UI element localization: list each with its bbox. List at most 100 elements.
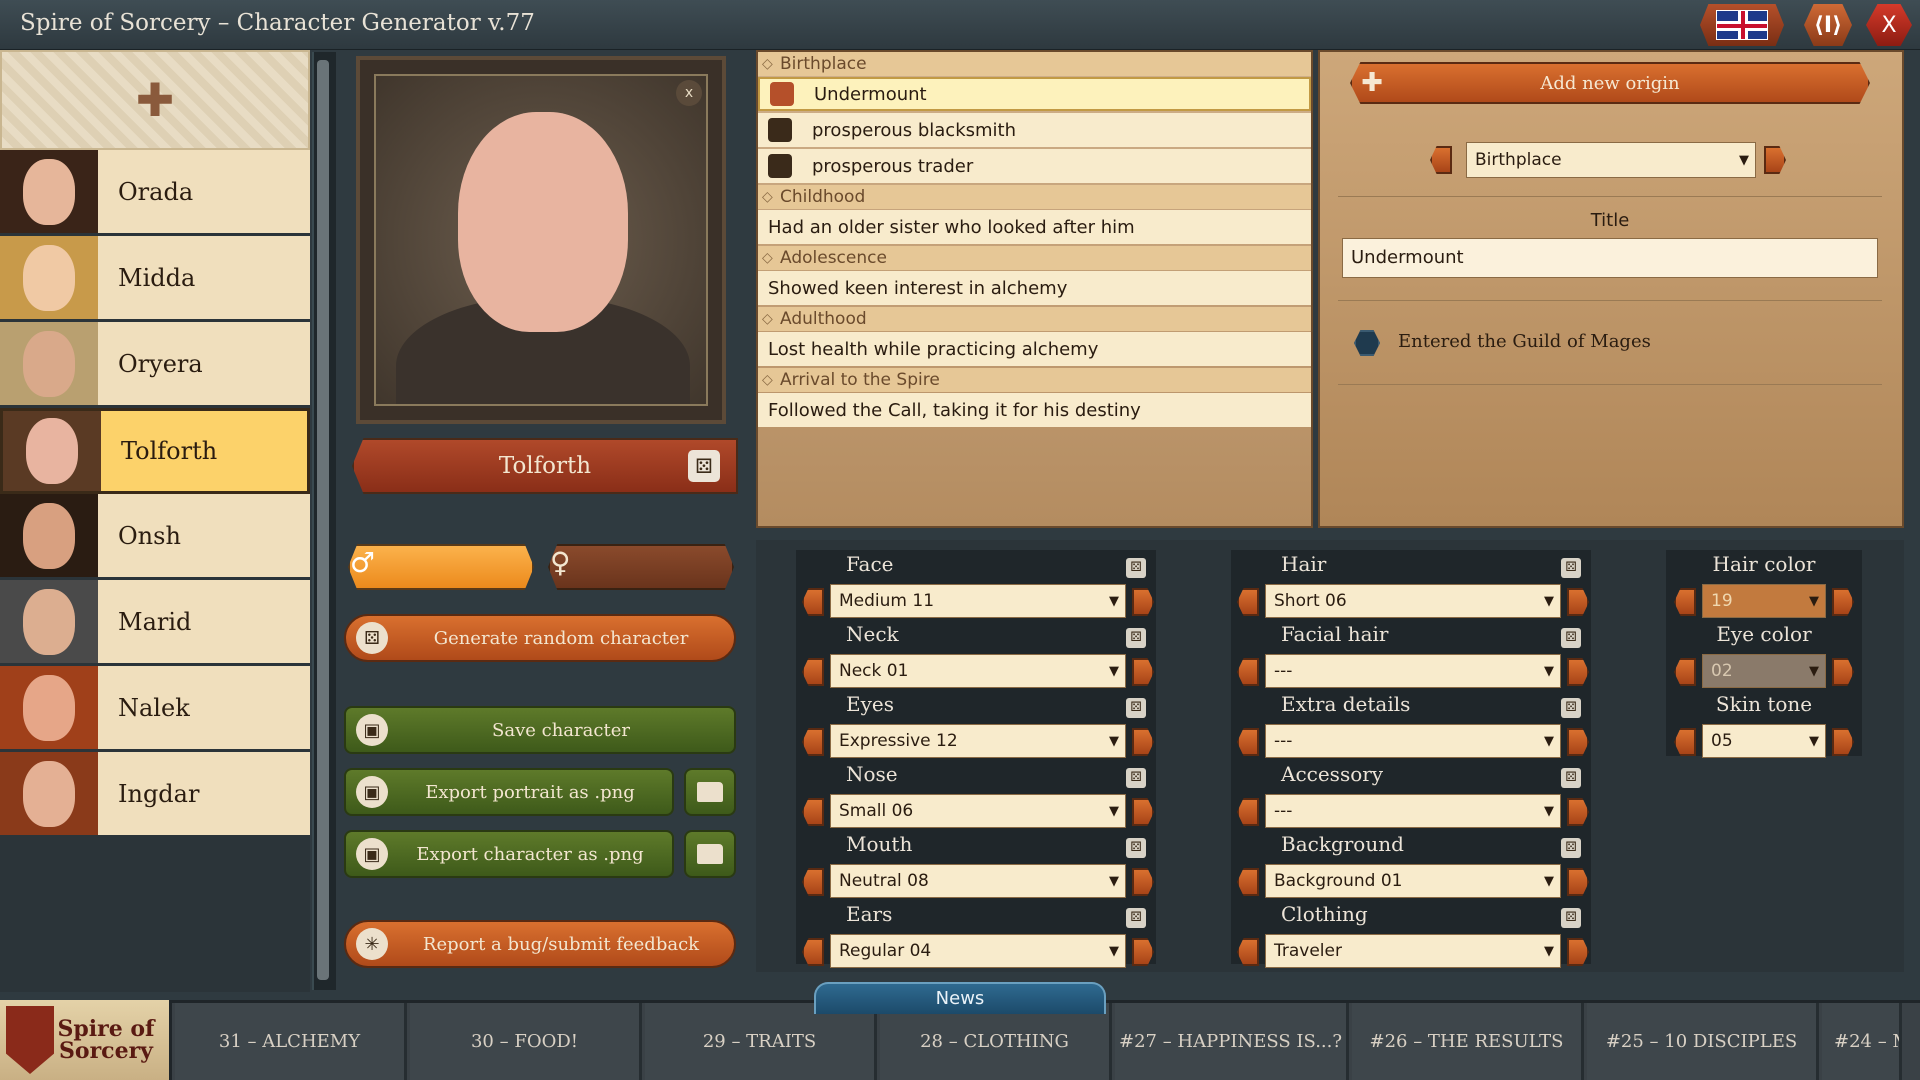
slot-select[interactable]: 02▼ — [1702, 654, 1826, 688]
next-button[interactable] — [1567, 868, 1589, 896]
news-tab[interactable]: News — [814, 982, 1106, 1014]
character-name-field[interactable]: Tolforth — [352, 438, 738, 494]
origin-row[interactable]: Showed keen interest in alchemy — [758, 271, 1311, 305]
scrollbar-thumb[interactable] — [317, 60, 329, 980]
generate-random-button[interactable]: ⚄ Generate random character — [344, 614, 736, 662]
add-origin-button[interactable]: ✚ Add new origin — [1350, 62, 1870, 104]
slot-select[interactable]: Neutral 08▼ — [830, 864, 1126, 898]
female-button[interactable]: ♀ — [548, 544, 734, 590]
next-button[interactable] — [1132, 658, 1154, 686]
open-portrait-folder-button[interactable] — [684, 768, 736, 816]
next-button[interactable] — [1132, 868, 1154, 896]
prev-button[interactable] — [802, 938, 824, 966]
news-item[interactable]: 31 – ALCHEMY — [175, 1003, 407, 1080]
slot-select[interactable]: ---▼ — [1265, 724, 1561, 758]
prev-button[interactable] — [1674, 658, 1696, 686]
male-button[interactable]: ♂ — [348, 544, 534, 590]
character-orada[interactable]: Orada — [0, 150, 310, 236]
prev-button[interactable] — [1237, 868, 1259, 896]
randomize-dice-icon[interactable]: ⚄ — [1561, 698, 1581, 718]
character-nalek[interactable]: Nalek — [0, 666, 310, 752]
prev-button[interactable] — [1237, 938, 1259, 966]
export-portrait-button[interactable]: ▣ Export portrait as .png — [344, 768, 674, 816]
origin-row[interactable]: prosperous blacksmith — [758, 113, 1311, 147]
news-item[interactable]: #26 – THE RESULTS — [1352, 1003, 1584, 1080]
toggle-button[interactable]: ⟨I⟩ — [1804, 4, 1852, 46]
character-midda[interactable]: Midda — [0, 236, 310, 322]
next-button[interactable] — [1132, 588, 1154, 616]
report-bug-button[interactable]: ✳ Report a bug/submit feedback — [344, 920, 736, 968]
next-button[interactable] — [1567, 938, 1589, 966]
prev-button[interactable] — [802, 868, 824, 896]
language-button[interactable] — [1700, 4, 1784, 46]
slot-select[interactable]: Medium 11▼ — [830, 584, 1126, 618]
prev-button[interactable] — [1674, 728, 1696, 756]
randomize-dice-icon[interactable]: ⚄ — [1126, 698, 1146, 718]
origin-type-select[interactable]: Birthplace ▼ — [1466, 142, 1756, 178]
news-item[interactable]: 30 – FOOD! — [410, 1003, 642, 1080]
randomize-dice-icon[interactable]: ⚄ — [1561, 558, 1581, 578]
randomize-dice-icon[interactable]: ⚄ — [1126, 558, 1146, 578]
next-button[interactable] — [1132, 938, 1154, 966]
news-item[interactable]: #24 – ME — [1822, 1003, 1902, 1080]
news-item[interactable]: 29 – TRAITS — [645, 1003, 877, 1080]
next-button[interactable] — [1832, 728, 1854, 756]
save-character-button[interactable]: ▣ Save character — [344, 706, 736, 754]
origin-row[interactable]: Lost health while practicing alchemy — [758, 332, 1311, 366]
prev-button[interactable] — [802, 728, 824, 756]
add-character-button[interactable]: ✚ — [0, 50, 310, 150]
character-tolforth[interactable]: Tolforth — [0, 408, 310, 494]
prev-button[interactable] — [1237, 798, 1259, 826]
origin-row[interactable]: Had an older sister who looked after him — [758, 210, 1311, 244]
news-item[interactable]: #27 – HAPPINESS IS...? — [1115, 1003, 1349, 1080]
randomize-dice-icon[interactable]: ⚄ — [1561, 838, 1581, 858]
news-item[interactable]: #25 – 10 DISCIPLES — [1587, 1003, 1819, 1080]
next-button[interactable] — [1567, 798, 1589, 826]
prev-button[interactable] — [802, 658, 824, 686]
prev-button[interactable] — [1237, 728, 1259, 756]
next-button[interactable] — [1832, 658, 1854, 686]
origin-row[interactable]: Followed the Call, taking it for his des… — [758, 393, 1311, 427]
origin-row[interactable]: Undermount — [758, 77, 1311, 111]
character-oryera[interactable]: Oryera — [0, 322, 310, 408]
randomize-dice-icon[interactable]: ⚄ — [1126, 628, 1146, 648]
prev-button[interactable] — [1237, 588, 1259, 616]
slot-select[interactable]: Expressive 12▼ — [830, 724, 1126, 758]
character-ingdar[interactable]: Ingdar — [0, 752, 310, 838]
randomize-dice-icon[interactable]: ⚄ — [1126, 838, 1146, 858]
randomize-dice-icon[interactable]: ⚄ — [1126, 768, 1146, 788]
export-character-button[interactable]: ▣ Export character as .png — [344, 830, 674, 878]
title-input[interactable]: Undermount — [1342, 238, 1878, 278]
game-logo[interactable]: Spire of Sorcery — [0, 1000, 172, 1080]
prev-button[interactable] — [1674, 588, 1696, 616]
prev-button[interactable] — [802, 798, 824, 826]
slot-select[interactable]: ---▼ — [1265, 794, 1561, 828]
origin-row[interactable]: prosperous trader — [758, 149, 1311, 183]
prev-button[interactable] — [802, 588, 824, 616]
character-onsh[interactable]: Onsh — [0, 494, 310, 580]
next-button[interactable] — [1132, 798, 1154, 826]
next-button[interactable] — [1567, 658, 1589, 686]
randomize-dice-icon[interactable]: ⚄ — [1561, 908, 1581, 928]
slot-select[interactable]: ---▼ — [1265, 654, 1561, 688]
slot-select[interactable]: 05▼ — [1702, 724, 1826, 758]
slot-select[interactable]: Neck 01▼ — [830, 654, 1126, 688]
slot-select[interactable]: Traveler▼ — [1265, 934, 1561, 968]
next-button[interactable] — [1832, 588, 1854, 616]
news-item[interactable]: 28 – CLOTHING — [880, 1003, 1112, 1080]
randomize-dice-icon[interactable]: ⚄ — [1126, 908, 1146, 928]
next-button[interactable] — [1567, 588, 1589, 616]
randomize-dice-icon[interactable]: ⚄ — [1561, 768, 1581, 788]
randomize-dice-icon[interactable]: ⚄ — [1561, 628, 1581, 648]
open-character-folder-button[interactable] — [684, 830, 736, 878]
portrait-close-button[interactable]: x — [676, 80, 702, 106]
slot-select[interactable]: Short 06▼ — [1265, 584, 1561, 618]
slot-select[interactable]: Background 01▼ — [1265, 864, 1561, 898]
character-marid[interactable]: Marid — [0, 580, 310, 666]
next-button[interactable] — [1567, 728, 1589, 756]
next-button[interactable] — [1132, 728, 1154, 756]
slot-select[interactable]: Small 06▼ — [830, 794, 1126, 828]
slot-select[interactable]: 19▼ — [1702, 584, 1826, 618]
prev-button[interactable] — [1237, 658, 1259, 686]
randomize-name-dice-icon[interactable]: ⚄ — [688, 450, 720, 482]
